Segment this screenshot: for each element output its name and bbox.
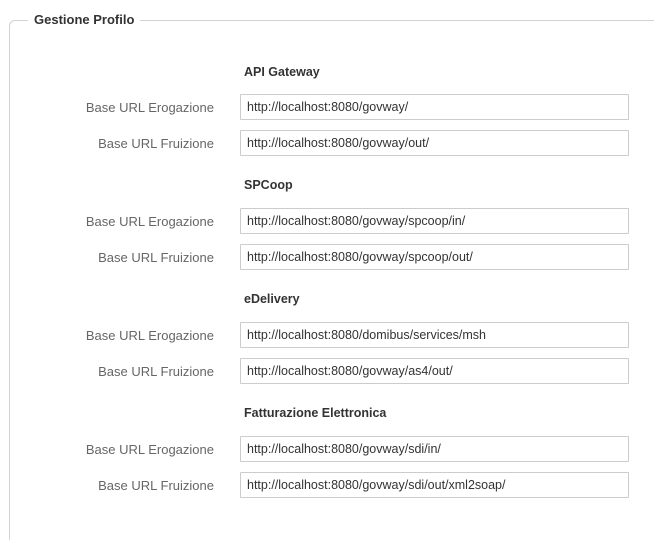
api-gateway-erogazione-input[interactable] bbox=[240, 94, 629, 120]
base-url-erogazione-label: Base URL Erogazione bbox=[85, 100, 214, 115]
base-url-erogazione-label: Base URL Erogazione bbox=[85, 442, 214, 457]
fatturazione-erogazione-input[interactable] bbox=[240, 436, 629, 462]
base-url-fruizione-label: Base URL Fruizione bbox=[98, 136, 214, 151]
base-url-fruizione-label: Base URL Fruizione bbox=[98, 478, 214, 493]
section-title-spcoop: SPCoop bbox=[244, 178, 293, 192]
section-title-api-gateway: API Gateway bbox=[244, 65, 320, 79]
section-title-fatturazione-elettronica: Fatturazione Elettronica bbox=[244, 406, 387, 420]
spcoop-fruizione-input[interactable] bbox=[240, 244, 629, 270]
base-url-erogazione-label: Base URL Erogazione bbox=[85, 328, 214, 343]
fieldset-legend: Gestione Profilo bbox=[28, 11, 141, 29]
base-url-fruizione-label: Base URL Fruizione bbox=[98, 364, 214, 379]
base-url-fruizione-label: Base URL Fruizione bbox=[98, 250, 214, 265]
section-title-edelivery: eDelivery bbox=[244, 292, 300, 306]
edelivery-erogazione-input[interactable] bbox=[240, 322, 629, 348]
edelivery-fruizione-input[interactable] bbox=[240, 358, 629, 384]
api-gateway-fruizione-input[interactable] bbox=[240, 130, 629, 156]
spcoop-erogazione-input[interactable] bbox=[240, 208, 629, 234]
base-url-erogazione-label: Base URL Erogazione bbox=[85, 214, 214, 229]
fatturazione-fruizione-input[interactable] bbox=[240, 472, 629, 498]
